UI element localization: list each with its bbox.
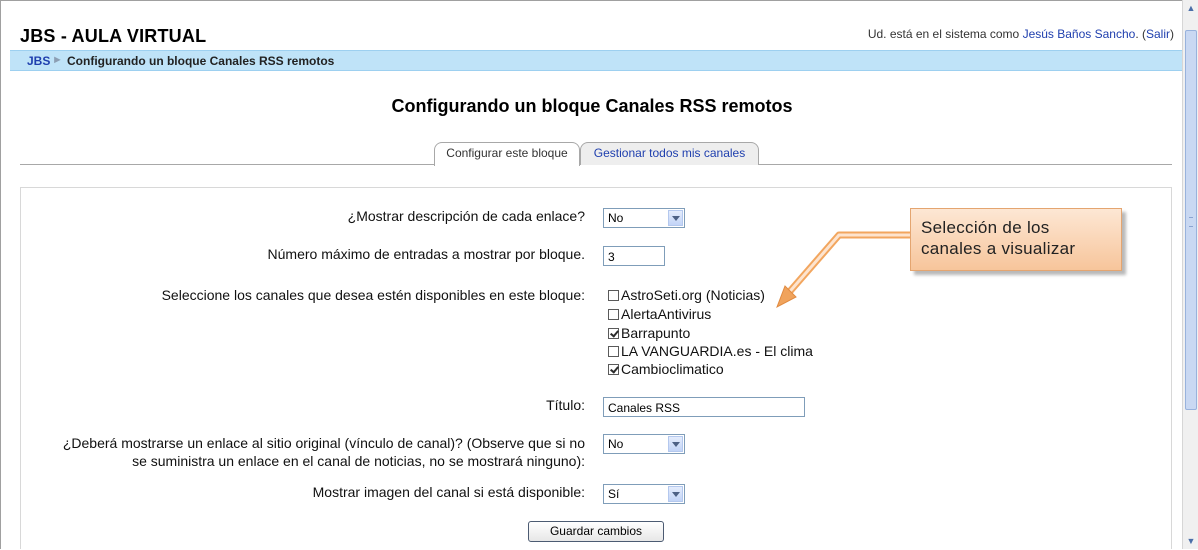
channels-label: Seleccione los canales que desea estén d… [161, 287, 585, 303]
chevron-down-icon[interactable] [668, 436, 683, 452]
show-link-label-line1: ¿Deberá mostrarse un enlace al sitio ori… [62, 435, 585, 451]
login-prefix: Ud. está en el sistema como [867, 27, 1023, 41]
vertical-scrollbar[interactable]: ▲ ▼ [1182, 0, 1198, 549]
show-image-label: Mostrar imagen del canal si está disponi… [312, 484, 585, 500]
channel-option[interactable]: AstroSeti.org (Noticias) [608, 287, 765, 306]
checkbox-icon[interactable] [608, 290, 619, 301]
show-description-label: ¿Mostrar descripción de cada enlace? [347, 208, 585, 224]
callout-line1: Selección de los [921, 218, 1050, 237]
channel-option[interactable]: AlertaAntivirus [608, 306, 711, 325]
browser-viewport: JBS - AULA VIRTUAL Ud. está en el sistem… [0, 0, 1182, 549]
breadcrumb-home-link[interactable]: JBS [27, 54, 50, 68]
channel-option-label: Cambioclimatico [621, 361, 724, 377]
chevron-down-icon[interactable] [668, 210, 683, 226]
logout-open: . ( [1135, 27, 1146, 41]
checkbox-icon[interactable] [608, 346, 619, 357]
callout-line2: canales a visualizar [921, 239, 1076, 258]
checkbox-checked-icon[interactable] [608, 328, 619, 339]
site-title: JBS - AULA VIRTUAL [20, 26, 207, 46]
scroll-up-icon[interactable]: ▲ [1185, 2, 1197, 14]
channel-option-label: Barrapunto [621, 325, 691, 341]
show-link-label-line2: se suministra un enlace en el canal de n… [132, 453, 585, 469]
annotation-callout-text: Selección de los canales a visualizar [921, 217, 1075, 259]
checkbox-icon[interactable] [608, 309, 619, 320]
checkbox-checked-icon[interactable] [608, 364, 619, 375]
show-description-select[interactable]: No [603, 208, 685, 228]
show-description-value: No [608, 211, 624, 225]
login-info: Ud. está en el sistema como Jesús Baños … [868, 27, 1174, 41]
save-button[interactable]: Guardar cambios [528, 521, 664, 542]
show-link-value: No [608, 437, 624, 451]
show-link-select[interactable]: No [603, 434, 685, 454]
chevron-down-icon[interactable] [668, 486, 683, 502]
channel-option-label: LA VANGUARDIA.es - El clima [621, 343, 813, 359]
channel-option[interactable]: LA VANGUARDIA.es - El clima [608, 343, 813, 362]
page-title: Configurando un bloque Canales RSS remot… [391, 96, 793, 116]
title-label: Título: [546, 397, 585, 413]
grip-icon [1189, 217, 1193, 227]
show-link-label: ¿Deberá mostrarse un enlace al sitio ori… [63, 434, 585, 470]
scrollbar-thumb[interactable] [1185, 30, 1197, 410]
tab-manage-channels[interactable]: Gestionar todos mis canales [580, 142, 759, 165]
tab-configure-block[interactable]: Configurar este bloque [434, 142, 580, 166]
show-image-select[interactable]: Sí [603, 484, 685, 504]
channel-option[interactable]: Barrapunto [608, 325, 690, 344]
logout-close: ) [1170, 27, 1174, 41]
logout-link[interactable]: Salir [1146, 27, 1170, 41]
max-entries-label: Número máximo de entradas a mostrar por … [267, 246, 585, 262]
channel-option-label: AlertaAntivirus [621, 306, 712, 322]
channel-option-label: AstroSeti.org (Noticias) [621, 287, 765, 303]
title-input[interactable]: Canales RSS [603, 397, 805, 417]
channel-option[interactable]: Cambioclimatico [608, 361, 724, 380]
show-image-value: Sí [608, 487, 620, 501]
annotation-callout: Selección de los canales a visualizar [910, 208, 1122, 271]
breadcrumb-separator-icon: ► [52, 54, 63, 66]
breadcrumb: JBS ► Configurando un bloque Canales RSS… [10, 50, 1182, 71]
scroll-down-icon[interactable]: ▼ [1185, 535, 1197, 547]
breadcrumb-current: Configurando un bloque Canales RSS remot… [67, 54, 335, 68]
max-entries-input[interactable]: 3 [603, 246, 665, 266]
user-profile-link[interactable]: Jesús Baños Sancho [1023, 27, 1136, 41]
